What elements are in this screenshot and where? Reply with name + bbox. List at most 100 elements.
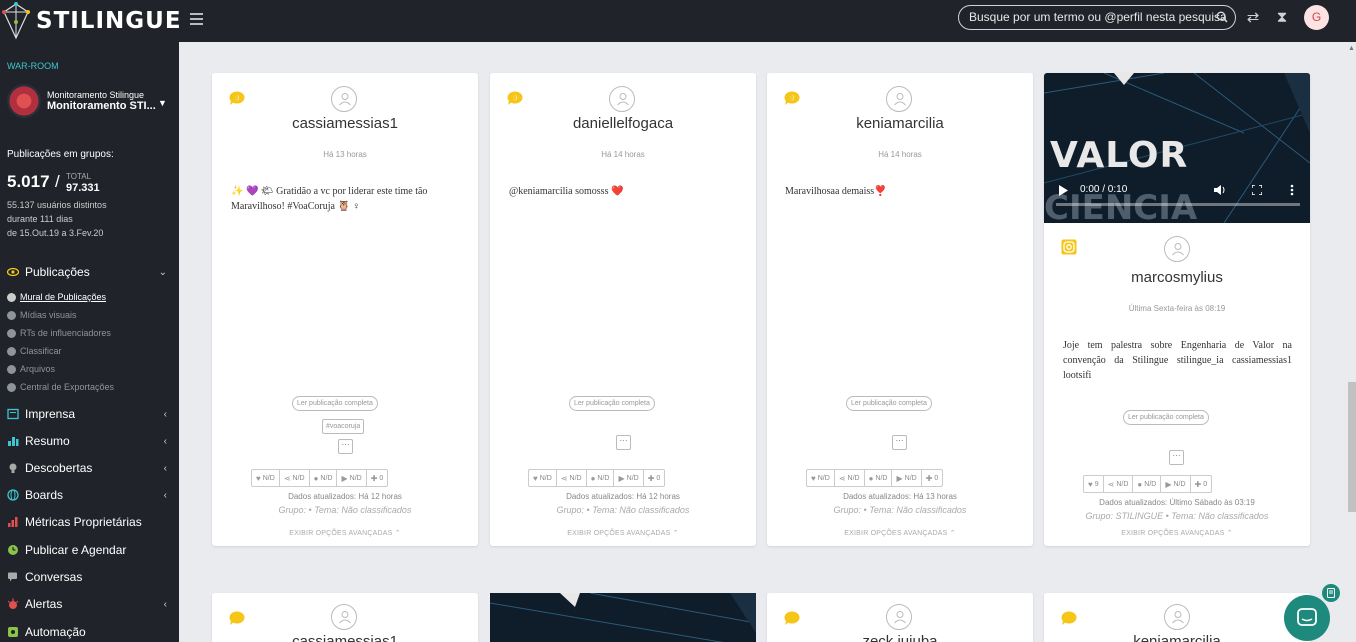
chevron-up-icon: ⌃ [394,530,401,537]
username[interactable]: keniamarcilia [767,115,1033,132]
submenu-classificar[interactable]: Classificar [7,346,62,356]
scroll-up-arrow-icon[interactable]: ▲ [1348,45,1355,52]
menu-item-boards[interactable]: Boards ‹ [0,484,179,506]
volume-icon[interactable] [1214,184,1226,196]
video-thumbnail[interactable] [490,593,756,642]
advanced-options-toggle[interactable]: EXIBIR OPÇÕES AVANÇADAS ⌃ [490,529,756,537]
hashtag-button[interactable]: #voacoruja [322,419,365,434]
chevron-left-icon: ‹ [163,435,167,447]
more-options-button[interactable]: ··· [616,435,631,450]
search-input[interactable]: Busque por um termo ou @perfil nesta pes… [958,5,1236,30]
advanced-options-toggle[interactable]: EXIBIR OPÇÕES AVANÇADAS ⌃ [212,529,478,537]
submenu-exportacoes[interactable]: Central de Exportações [7,382,114,392]
advanced-options-toggle[interactable]: EXIBIR OPÇÕES AVANÇADAS ⌃ [1044,529,1310,537]
menu-item-alertas[interactable]: Alertas ‹ [0,593,179,615]
video-time: 0:00 / 0:10 [1080,184,1128,195]
read-full-button[interactable]: Ler publicação completa [292,396,378,411]
chevron-down-icon[interactable]: ▼ [158,98,167,108]
scrollbar-track[interactable] [1346,42,1356,642]
menu-item-publicar[interactable]: Publicar e Agendar [0,539,179,561]
search-icon[interactable] [1216,11,1228,23]
play-icon: ▶ [896,473,903,483]
username[interactable]: cassiamessias1 [212,115,478,132]
likes-metric: ♥ N/D [251,469,280,487]
avatar[interactable] [609,86,635,112]
avatar[interactable] [1164,236,1190,262]
clock-icon [7,544,19,556]
document-icon [1327,588,1335,598]
chat-icon [1297,608,1317,626]
total-value: 97.331 [66,182,100,194]
search-placeholder: Busque por um termo ou @perfil nesta pes… [969,10,1227,24]
metric-value: N/D [539,474,552,482]
play-icon[interactable] [1059,185,1068,196]
user-avatar[interactable]: G [1304,5,1329,30]
username[interactable]: marcosmylius [1044,269,1310,286]
metric-value: N/D [569,474,582,482]
dot-icon [7,328,16,338]
menu-item-publicacoes[interactable]: Publicações ⌄ [0,261,179,283]
advanced-options-toggle[interactable]: EXIBIR OPÇÕES AVANÇADAS ⌃ [767,529,1033,537]
likes-metric: ♥ N/D [528,469,557,487]
chat-button[interactable] [1284,595,1330,641]
menu-item-resumo[interactable]: Resumo ‹ [0,430,179,452]
menu-label: Resumo [25,434,70,448]
video-progress[interactable] [1056,203,1300,206]
post-time: Há 14 horas [878,150,922,159]
post-body: @keniamarcilia somosss ❤️ [509,186,624,197]
avatar[interactable] [886,86,912,112]
menu-item-imprensa[interactable]: Imprensa ‹ [0,403,179,425]
submenu-midias[interactable]: Mídias visuais [7,310,77,320]
bar-chart-icon [7,435,19,447]
menu-item-metricas[interactable]: Métricas Proprietárias [0,511,179,533]
share-icon: ⋖ [283,473,291,483]
username[interactable]: zeck.juiuba [767,633,1033,642]
scrollbar-thumb[interactable] [1348,382,1356,512]
avatar[interactable] [886,604,912,630]
fullscreen-icon[interactable] [1252,185,1262,195]
likes-metric: ♥ 9 [1083,475,1104,493]
submenu-label: Central de Exportações [20,382,115,392]
submenu-rts[interactable]: RTs de influenciadores [7,328,111,338]
dot-icon [7,292,16,302]
more-options-button[interactable]: ··· [1169,450,1184,465]
avatar[interactable] [331,604,357,630]
notification-badge[interactable] [1320,582,1342,604]
refresh-icon[interactable]: ⇄ [1244,9,1262,27]
heart-icon: ♥ [811,473,816,483]
metric-value: 0 [1203,480,1208,488]
updated-info: Dados atualizados: Há 12 horas [566,492,680,501]
post-time: Última Sexta-feira às 08:19 [1128,304,1226,313]
more-options-button[interactable]: ··· [338,439,353,454]
menu-item-conversas[interactable]: Conversas [0,566,179,588]
username[interactable]: daniellelfogaca [490,115,756,132]
account-selector[interactable]: Monitoramento Stilingue Monitoramento ST… [7,84,156,118]
submenu-mural[interactable]: Mural de Publicações [7,292,106,302]
menu-item-descobertas[interactable]: Descobertas ‹ [0,457,179,479]
avatar[interactable] [1164,604,1190,630]
hourglass-icon[interactable]: ⧗ [1273,9,1291,27]
read-full-button[interactable]: Ler publicação completa [569,396,655,411]
menu-toggle-icon[interactable] [190,13,203,27]
comments-metric: ● N/D [1133,475,1162,493]
video-player[interactable]: VALOR CIENCIA 0:00 / 0:10 [1044,73,1310,223]
menu-label: Publicar e Agendar [25,543,127,557]
menu-item-automacao[interactable]: Automação [0,621,179,642]
reach-metric: ✚ 0 [366,469,389,487]
username[interactable]: cassiamessias1 [212,633,478,642]
metric-value: N/D [1173,480,1186,488]
avatar[interactable] [331,86,357,112]
metric-value: 9 [1094,480,1099,488]
views-metric: ▶ N/D [614,469,644,487]
more-options-button[interactable]: ··· [892,435,907,450]
more-vertical-icon[interactable] [1290,184,1294,196]
post-body: Maravilhosaa demaiss❣️ [785,186,887,197]
speech-bubble-icon: :) [507,91,523,105]
comment-icon: ● [590,473,596,483]
read-full-button[interactable]: Ler publicação completa [1123,410,1209,425]
submenu-arquivos[interactable]: Arquivos [7,364,55,374]
read-full-button[interactable]: Ler publicação completa [846,396,932,411]
brand-logo[interactable]: STILINGUE [2,0,182,42]
username[interactable]: keniamarcilia [1044,633,1310,642]
logo-icon [2,2,30,40]
